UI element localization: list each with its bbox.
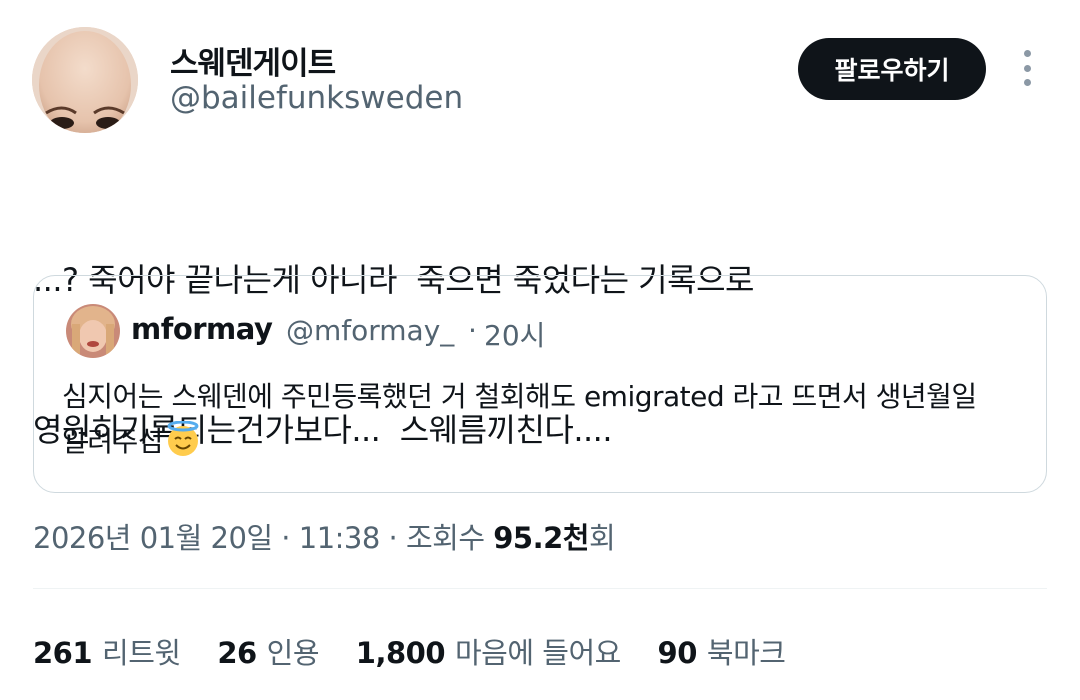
views-label: 조회수 xyxy=(405,521,494,555)
divider xyxy=(33,588,1047,589)
more-dot xyxy=(1023,79,1031,86)
quoted-text-line: 심지어는 스웨덴에 주민등록했던 거 철회해도 emigrated 라고 뜨면서… xyxy=(62,380,977,413)
more-vertical-icon[interactable] xyxy=(1012,50,1042,86)
bookmarks-label: 북마크 xyxy=(706,636,786,670)
views-suffix: 회 xyxy=(588,521,616,555)
quoted-text-line-content: 알려주심 xyxy=(62,425,164,458)
quoted-text-line: 알려주심 xyxy=(62,419,1037,464)
bookmarks-stat[interactable]: 90 북마크 xyxy=(658,630,786,672)
more-dot xyxy=(1023,50,1031,57)
bookmarks-count: 90 xyxy=(657,636,698,670)
quoted-author-name: mformay xyxy=(131,312,273,346)
quoted-separator: · xyxy=(468,314,477,347)
views-count: 95.2천 xyxy=(493,521,589,555)
quoted-tweet-card[interactable]: mformay @mformay_ · 20시 심지어는 스웨덴에 주민등록했던… xyxy=(33,275,1047,493)
post-time[interactable]: 11:38 xyxy=(299,521,381,555)
smiling-face-with-halo-icon xyxy=(167,421,199,456)
quoted-timestamp: 20시 xyxy=(484,319,546,352)
post-meta: 2026년 01월 20일 · 11:38 · 조회수 95.2천회 xyxy=(33,515,616,557)
retweets-label: 리트윗 xyxy=(102,636,181,670)
avatar-face-image xyxy=(32,27,138,133)
retweets-count: 261 xyxy=(33,636,93,670)
author-display-name[interactable]: 스웨덴게이트 xyxy=(170,38,336,83)
likes-stat[interactable]: 1,800 마음에 들어요 xyxy=(355,630,622,672)
quoted-avatar-image xyxy=(66,304,120,358)
quoted-text: 심지어는 스웨덴에 주민등록했던 거 철회해도 emigrated 라고 뜨면서… xyxy=(62,374,1037,464)
post-date[interactable]: 2026년 01월 20일 xyxy=(33,521,273,555)
author-avatar[interactable] xyxy=(32,27,138,133)
tweet-detail: 스웨덴게이트 @bailefunksweden 팔로우하기 ...? 죽어야 끝… xyxy=(0,0,1080,700)
likes-label: 마음에 들어요 xyxy=(455,636,621,670)
retweets-stat[interactable]: 261 리트윗 xyxy=(33,630,181,672)
meta-separator: · xyxy=(379,521,406,555)
quotes-label: 인용 xyxy=(266,636,320,670)
likes-count: 1,800 xyxy=(355,636,446,670)
author-handle[interactable]: @bailefunksweden xyxy=(170,80,463,116)
quotes-stat[interactable]: 26 인용 xyxy=(217,630,319,672)
engagement-stats: 261 리트윗 26 인용 1,800 마음에 들어요 90 북마크 xyxy=(33,630,813,672)
follow-button[interactable]: 팔로우하기 xyxy=(798,38,986,100)
quotes-count: 26 xyxy=(217,636,257,670)
quoted-author-handle: @mformay_ xyxy=(286,314,455,347)
quoted-author-avatar xyxy=(66,304,120,358)
more-dot xyxy=(1023,64,1031,72)
meta-separator: · xyxy=(272,521,299,555)
